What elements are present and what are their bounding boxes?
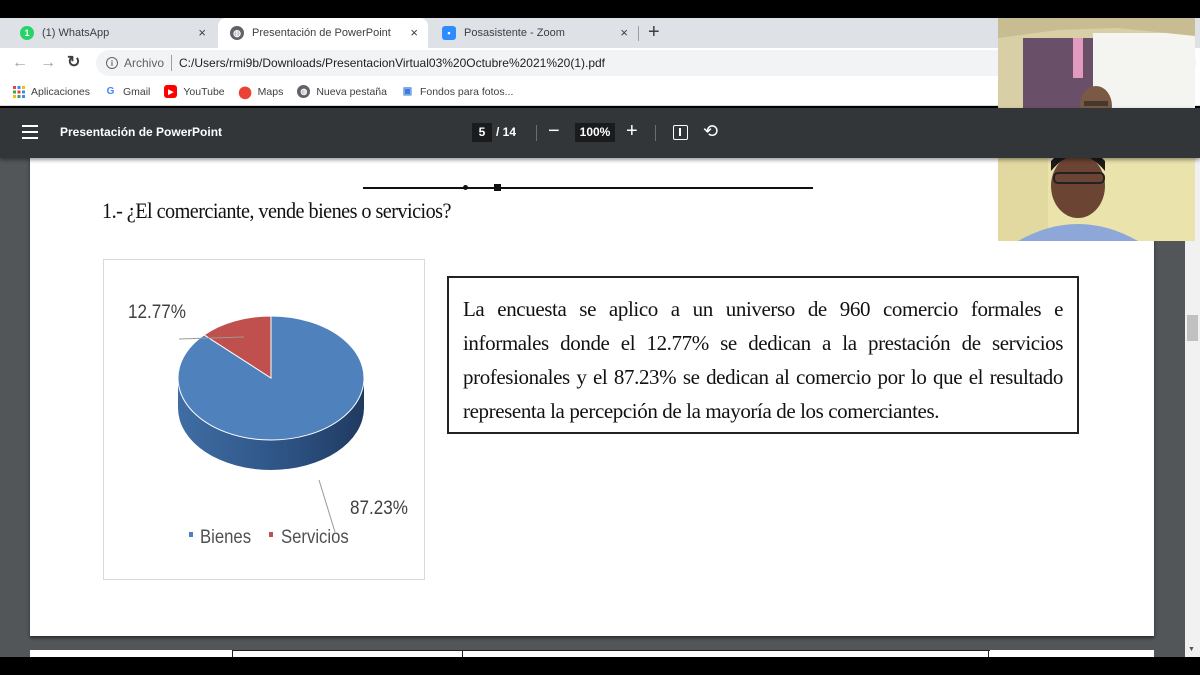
forward-button[interactable]: →	[40, 53, 56, 73]
data-label-servicios: 12.77%	[128, 301, 186, 322]
image-icon: ▣	[402, 86, 413, 97]
decorative-line	[363, 187, 813, 189]
bookmark-label: Nueva pestaña	[316, 85, 387, 98]
apps-grid-icon	[12, 85, 25, 98]
tab-label: Posasistente - Zoom	[464, 27, 565, 39]
table-border	[232, 650, 233, 657]
pdf-title: Presentación de PowerPoint	[60, 125, 223, 139]
rotate-icon[interactable]: ⟲	[703, 120, 718, 142]
legend-label-bienes: Bienes	[200, 526, 251, 547]
pdf-page: 1.- ¿El comerciante, vende bienes o serv…	[30, 158, 1154, 636]
page-total: / 14	[496, 125, 517, 139]
pie-chart-svg: 12.77% 87.23% Bienes Servicios	[128, 301, 408, 547]
description-text: La encuesta se aplico a un universo de 9…	[463, 297, 1063, 423]
scrollbar-thumb[interactable]	[1187, 315, 1198, 341]
leader-line-bienes	[318, 479, 336, 533]
bookmark-maps[interactable]: ⬤ Maps	[238, 84, 284, 99]
zoom-in-button[interactable]: +	[626, 118, 638, 144]
table-border	[988, 650, 989, 657]
close-tab-icon[interactable]: ×	[410, 25, 418, 40]
bookmark-label: Fondos para fotos...	[419, 85, 514, 98]
globe-icon: ◍	[297, 85, 311, 98]
address-divider	[171, 55, 173, 71]
close-tab-icon[interactable]: ×	[198, 25, 206, 40]
legend-label-servicios: Servicios	[281, 526, 349, 547]
bookmark-fondos[interactable]: ▣ Fondos para fotos...	[401, 85, 514, 98]
scroll-down-arrow-icon[interactable]: ▼	[1188, 646, 1195, 653]
fit-page-icon[interactable]	[673, 125, 688, 140]
zoom-out-button[interactable]: −	[548, 118, 560, 144]
reload-button[interactable]: ↻	[67, 53, 80, 73]
zoom-icon: ▪	[442, 26, 456, 40]
google-icon: G	[106, 86, 115, 97]
tab-whatsapp[interactable]: 1 (1) WhatsApp ×	[8, 18, 216, 48]
menu-icon[interactable]	[22, 125, 38, 139]
question-heading: 1.- ¿El comerciante, vende bienes o serv…	[102, 198, 451, 223]
description-box: La encuesta se aplico a un universo de 9…	[447, 276, 1079, 434]
toolbar-divider	[655, 125, 656, 141]
toolbar-divider	[536, 125, 537, 141]
bookmark-label: Aplicaciones	[31, 85, 90, 98]
info-icon[interactable]: i	[106, 57, 118, 69]
tab-label: (1) WhatsApp	[42, 27, 110, 39]
bookmark-gmail[interactable]: G Gmail	[104, 85, 151, 98]
legend-marker-servicios	[269, 532, 273, 537]
bookmark-label: Maps	[257, 85, 284, 98]
tab-separator	[638, 26, 639, 41]
pdf-toolbar: Presentación de PowerPoint 5 / 14 − 100%…	[0, 108, 1200, 158]
table-border	[232, 650, 990, 651]
tab-zoom[interactable]: ▪ Posasistente - Zoom ×	[430, 18, 638, 48]
whatsapp-icon: 1	[20, 26, 34, 40]
url-text[interactable]: C:/Users/rmi9b/Downloads/PresentacionVir…	[179, 56, 605, 70]
maps-pin-icon: ⬤	[238, 84, 252, 99]
screen: 1 (1) WhatsApp × ◍ Presentación de Power…	[0, 0, 1200, 675]
youtube-icon: ▶	[164, 85, 178, 98]
pie-chart: 12.77% 87.23% Bienes Servicios	[103, 259, 425, 580]
legend-marker-bienes	[189, 532, 193, 537]
decorative-square	[494, 184, 501, 191]
zoom-level-input[interactable]: 100%	[575, 123, 615, 142]
tab-label: Presentación de PowerPoint	[252, 27, 391, 39]
next-pdf-page	[30, 650, 1154, 657]
tab-presentacion[interactable]: ◍ Presentación de PowerPoint ×	[218, 18, 428, 48]
table-border	[462, 650, 463, 657]
new-tab-button[interactable]: +	[648, 22, 660, 42]
bookmark-nueva-pestana[interactable]: ◍ Nueva pestaña	[297, 85, 387, 98]
bookmark-label: YouTube	[183, 85, 225, 98]
scheme-label: Archivo	[124, 56, 165, 70]
bookmark-label: Gmail	[122, 85, 151, 98]
close-tab-icon[interactable]: ×	[620, 25, 628, 40]
decorative-dot	[463, 185, 468, 190]
globe-icon: ◍	[230, 26, 244, 40]
back-button[interactable]: ←	[12, 53, 28, 73]
data-label-bienes: 87.23%	[350, 497, 408, 518]
bookmark-aplicaciones[interactable]: Aplicaciones	[12, 85, 90, 98]
page-number-input[interactable]: 5	[472, 123, 492, 142]
bookmark-youtube[interactable]: ▶ YouTube	[164, 85, 225, 98]
